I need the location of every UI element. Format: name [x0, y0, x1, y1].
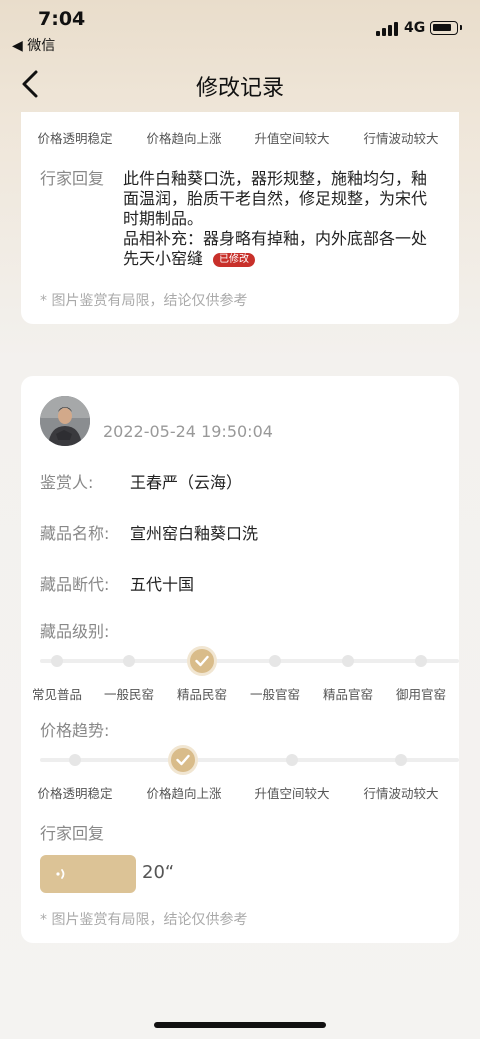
price-option-label: 价格透明稳定 [37, 131, 113, 146]
price-option-dot[interactable] [286, 754, 298, 766]
price-option-label: 升值空间较大 [254, 131, 330, 146]
price-option-label: 价格趋向上涨 [146, 131, 222, 146]
price-trend-label: 价格趋势: [40, 721, 110, 740]
price-option-dot[interactable] [395, 754, 407, 766]
expert-reply-text: 此件白釉葵口洗，器形规整，施釉均匀，釉 面温润，胎质干老自然，修足规整，为宋代 … [123, 169, 428, 268]
network-type: 4G [404, 20, 426, 36]
page-title: 修改记录 [195, 76, 284, 101]
grade-option-dot[interactable] [269, 655, 281, 667]
grade-option-dot[interactable] [51, 655, 63, 667]
dynasty-value: 五代十国 [130, 575, 195, 594]
appraiser-label: 鉴赏人: [40, 473, 94, 492]
price-option-label: 升值空间较大 [254, 786, 330, 801]
grade-option-dot[interactable] [123, 655, 135, 667]
grade-option-dot[interactable] [342, 655, 354, 667]
disclaimer-text: * 图片鉴赏有局限，结论仅供参考 [40, 293, 248, 309]
expert-reply-label: 行家回复 [40, 169, 105, 188]
price-option-label: 行情波动较大 [363, 131, 439, 146]
item-name-value: 宣州窑白釉葵口洗 [130, 524, 259, 543]
dynasty-label: 藏品断代: [40, 575, 110, 594]
back-to-wechat-link[interactable]: ◀ 微信 [12, 35, 55, 55]
home-indicator[interactable] [154, 1022, 326, 1028]
grade-option-label: 御用官窑 [395, 687, 447, 702]
grade-option-label: 一般民窑 [103, 687, 155, 702]
grade-option-label: 精品官窑 [322, 687, 374, 702]
price-option-label: 价格趋向上涨 [146, 786, 222, 801]
record-timestamp: 2022-05-24 19:50:04 [103, 422, 273, 441]
expert-reply-label: 行家回复 [40, 824, 105, 843]
item-name-label: 藏品名称: [40, 524, 110, 543]
grade-selected-check-icon[interactable] [190, 649, 214, 673]
voice-message-button[interactable] [40, 855, 136, 893]
price-option-label: 行情波动较大 [363, 786, 439, 801]
status-time: 7:04 [38, 8, 86, 30]
grade-slider-track[interactable] [40, 659, 459, 663]
appraiser-avatar[interactable] [40, 396, 90, 446]
grade-option-label: 一般官窑 [249, 687, 301, 702]
grade-option-dot[interactable] [415, 655, 427, 667]
battery-icon [430, 21, 462, 35]
price-option-dot[interactable] [69, 754, 81, 766]
price-option-label: 价格透明稳定 [37, 786, 113, 801]
disclaimer-text: * 图片鉴赏有局限，结论仅供参考 [40, 912, 248, 928]
sound-wave-icon [56, 869, 65, 879]
signal-icon [376, 22, 398, 36]
voice-duration: 20“ [142, 862, 175, 883]
grade-option-label: 常见普品 [31, 687, 83, 702]
grade-option-label: 精品民窑 [176, 687, 228, 702]
grade-label: 藏品级别: [40, 622, 110, 641]
price-selected-check-icon[interactable] [171, 748, 195, 772]
appraiser-value: 王春严（云海） [130, 473, 243, 492]
modified-badge: 已修改 [213, 253, 256, 267]
